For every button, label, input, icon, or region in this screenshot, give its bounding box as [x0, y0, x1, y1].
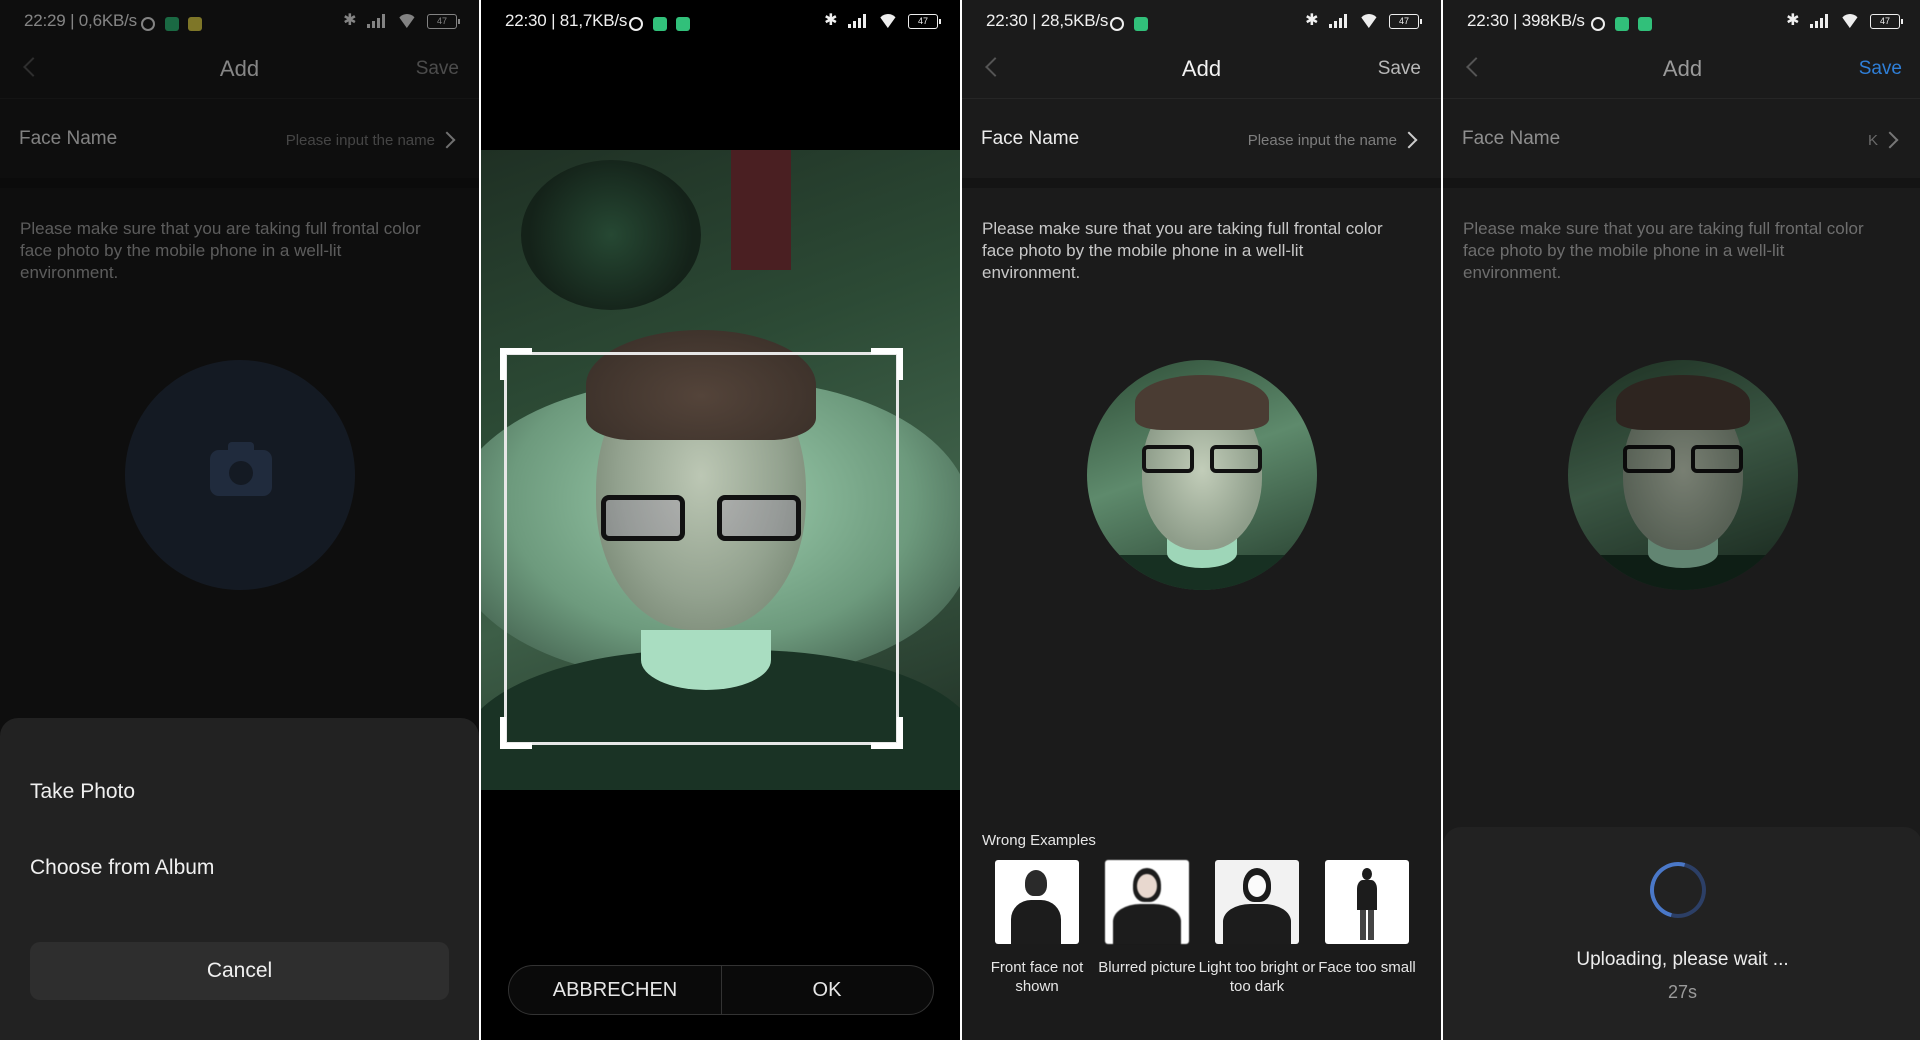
- battery-icon: 47: [1870, 13, 1903, 29]
- wifi-icon: [878, 14, 898, 28]
- loading-spinner-icon: [1639, 851, 1717, 929]
- status-bar: 22:30 | 28,5KB/s ✱ 47: [962, 0, 1441, 42]
- wifi-icon: [1840, 14, 1860, 28]
- app-notification-icon: [1614, 16, 1629, 31]
- upload-progress-sheet: Uploading, please wait ... 27s: [1443, 827, 1920, 1040]
- signal-icon: [847, 14, 868, 29]
- page-title: Add: [1181, 56, 1222, 81]
- example-caption: Blurred picture: [1098, 959, 1196, 976]
- upload-timer: 27s: [1667, 982, 1698, 1002]
- status-bar: 22:30 | 81,7KB/s ✱ 47: [481, 0, 960, 42]
- alarm-icon: [1591, 16, 1605, 31]
- wrong-example-item: Light too bright or too dark: [1199, 860, 1315, 995]
- ok-button[interactable]: OK: [721, 966, 933, 1014]
- crop-handle-bottom-right[interactable]: [871, 717, 903, 749]
- face-name-placeholder: Please input the name: [1247, 132, 1397, 149]
- app-notification-icon: [652, 16, 667, 31]
- chevron-right-icon: [1400, 131, 1418, 149]
- app-notification-icon: [1133, 16, 1148, 31]
- crop-frame[interactable]: [500, 348, 903, 749]
- example-thumbnail: [1325, 860, 1409, 944]
- background-plant: [521, 160, 701, 310]
- status-time: 22:30 | 398KB/s: [1467, 11, 1585, 30]
- example-caption: Front face not shown: [990, 959, 1084, 995]
- photo-hint-text: Please make sure that you are taking ful…: [1463, 219, 1864, 282]
- alarm-icon: [1110, 16, 1124, 31]
- save-button[interactable]: Save: [1378, 58, 1421, 80]
- face-name-value: K: [1867, 132, 1878, 149]
- bluetooth-icon: ✱: [824, 12, 838, 29]
- crop-handle-bottom-left[interactable]: [500, 717, 532, 749]
- face-name-label: Face Name: [981, 128, 1080, 149]
- nav-bar: Add Save: [1443, 42, 1920, 99]
- battery-icon: 47: [908, 13, 941, 29]
- cancel-crop-button[interactable]: ABBRECHEN: [509, 966, 722, 1014]
- chevron-right-icon: [1881, 131, 1899, 149]
- upload-message: Uploading, please wait ...: [1576, 949, 1789, 970]
- take-photo-option[interactable]: Take Photo: [30, 780, 135, 804]
- status-time: 22:30 | 81,7KB/s: [505, 11, 628, 30]
- bluetooth-icon: ✱: [1305, 12, 1319, 29]
- status-time: 22:30 | 28,5KB/s: [986, 11, 1109, 30]
- signal-icon: [1809, 14, 1830, 29]
- face-photo-preview: [1568, 360, 1798, 590]
- wifi-icon: [1359, 14, 1379, 28]
- bluetooth-icon: ✱: [1786, 12, 1800, 29]
- example-thumbnail: [995, 860, 1079, 944]
- save-button[interactable]: Save: [1859, 58, 1902, 80]
- face-name-row[interactable]: Face Name K: [1443, 100, 1920, 178]
- battery-icon: 47: [1389, 13, 1422, 29]
- wrong-example-item: Face too small: [1318, 860, 1416, 976]
- divider: [962, 178, 1441, 188]
- crop-handle-top-left[interactable]: [500, 348, 532, 380]
- wrong-examples-title: Wrong Examples: [982, 832, 1096, 849]
- face-name-label: Face Name: [1462, 128, 1561, 149]
- app-notification-icon: [1638, 16, 1653, 31]
- photo-preview: [481, 150, 960, 790]
- face-photo-preview[interactable]: [1087, 360, 1317, 590]
- choose-from-album-option[interactable]: Choose from Album: [30, 856, 214, 880]
- example-thumbnail: [1105, 860, 1189, 944]
- photo-source-sheet: Take Photo Choose from Album Cancel: [0, 718, 479, 1040]
- status-bar: 22:30 | 398KB/s ✱ 47: [1443, 0, 1920, 42]
- signal-icon: [1328, 14, 1349, 29]
- wrong-example-item: Front face not shown: [991, 860, 1083, 995]
- crop-action-bar: ABBRECHEN OK: [508, 965, 934, 1015]
- app-notification-icon: [676, 16, 691, 31]
- face-name-row[interactable]: Face Name Please input the name: [962, 100, 1441, 178]
- screen-add-face-source-sheet: 22:29 | 0,6KB/s ✱ 47 Add Save Face Name …: [0, 0, 479, 1040]
- alarm-icon: [629, 16, 643, 31]
- background-curtain: [731, 150, 791, 270]
- cancel-button[interactable]: Cancel: [30, 942, 449, 1000]
- nav-bar: Add Save: [962, 42, 1441, 99]
- screen-add-face-preview: 22:30 | 28,5KB/s ✱ 47 Add Save Face Name…: [962, 0, 1441, 1040]
- wrong-example-item: Blurred picture: [1098, 860, 1196, 976]
- example-caption: Light too bright or too dark: [1198, 959, 1316, 995]
- screen-add-face-uploading: 22:30 | 398KB/s ✱ 47 Add Save Face Name …: [1443, 0, 1920, 1040]
- page-title: Add: [1662, 56, 1703, 81]
- divider: [1443, 178, 1920, 188]
- photo-hint-text: Please make sure that you are taking ful…: [982, 219, 1383, 282]
- example-thumbnail: [1215, 860, 1299, 944]
- crop-handle-top-right[interactable]: [871, 348, 903, 380]
- screen-crop-photo: 22:30 | 81,7KB/s ✱ 47 ABBRECHEN OK: [481, 0, 960, 1040]
- example-caption: Face too small: [1318, 959, 1416, 976]
